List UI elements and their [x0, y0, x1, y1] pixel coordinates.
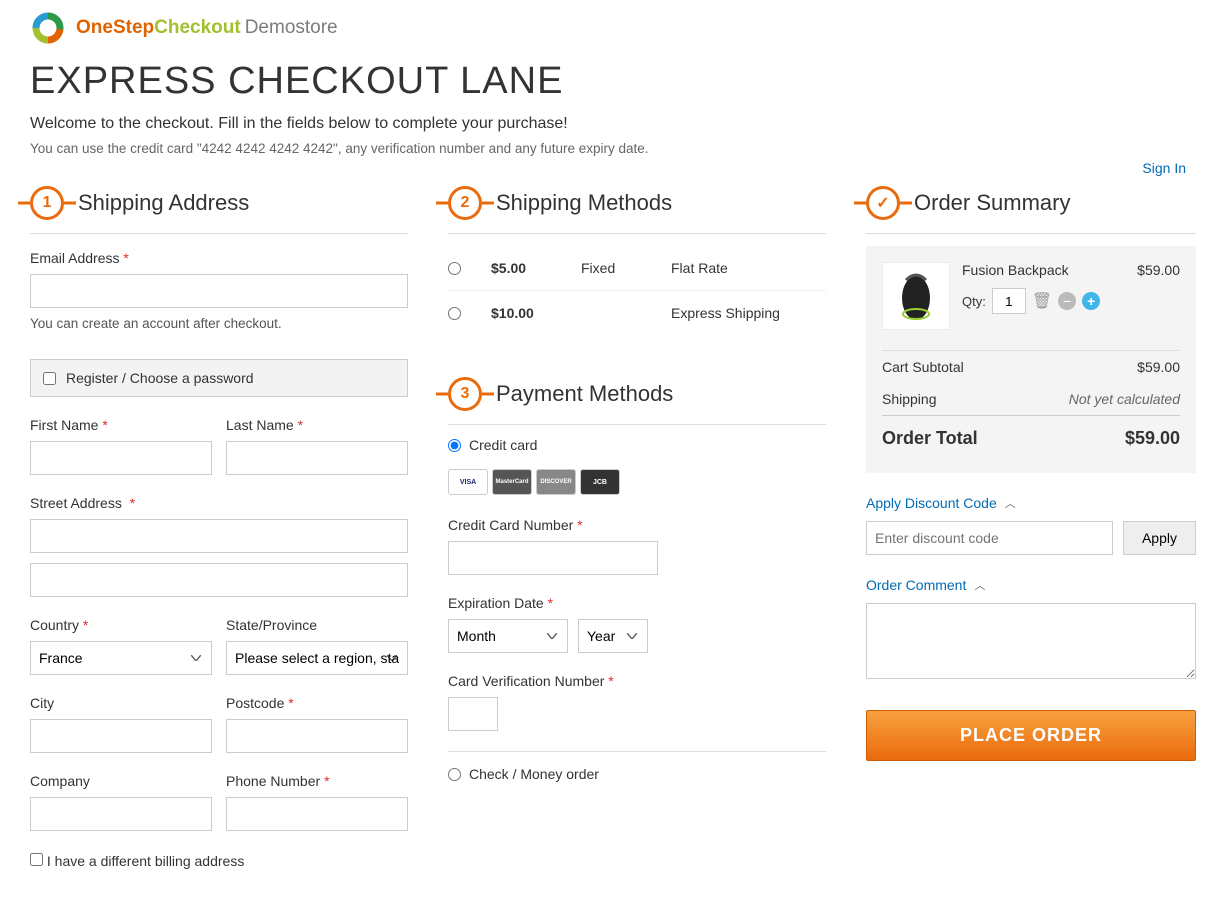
pay-radio-check[interactable] — [448, 768, 461, 781]
exp-month-select[interactable]: Month — [448, 619, 568, 653]
comment-toggle[interactable]: Order Comment ︿ — [866, 577, 1196, 593]
qty-input[interactable] — [992, 288, 1026, 314]
shipping-value: Not yet calculated — [1069, 391, 1180, 407]
card-logos: VISA MasterCard DISCOVER JCB — [448, 469, 826, 495]
email-subtext: You can create an account after checkout… — [30, 316, 408, 331]
payment-credit-card[interactable]: Credit card — [448, 437, 826, 453]
logo-text-2: Checkout — [154, 17, 241, 38]
step-shipping-methods: 2 Shipping Methods — [448, 186, 826, 220]
cvv-field[interactable] — [448, 697, 498, 731]
step-payment-methods: 3 Payment Methods — [448, 377, 826, 411]
payment-check-money[interactable]: Check / Money order — [448, 766, 826, 782]
step-number-1: 1 — [30, 186, 64, 220]
discount-toggle[interactable]: Apply Discount Code ︿ — [866, 495, 1196, 511]
cvv-label: Card Verification Number * — [448, 673, 826, 689]
subtotal-value: $59.00 — [1137, 359, 1180, 375]
welcome-text: Welcome to the checkout. Fill in the fie… — [30, 115, 1196, 133]
step-title-payment-methods: Payment Methods — [496, 381, 673, 407]
order-total-value: $59.00 — [1125, 428, 1180, 449]
order-comment-field[interactable] — [866, 603, 1196, 679]
ship-radio-express[interactable] — [448, 307, 461, 320]
country-select[interactable]: France — [30, 641, 212, 675]
company-label: Company — [30, 773, 212, 789]
minus-icon[interactable]: − — [1058, 292, 1076, 310]
street2-field[interactable] — [30, 563, 408, 597]
street-label: Street Address * — [30, 495, 408, 511]
shipping-method-express[interactable]: $10.00 Express Shipping — [448, 291, 826, 335]
ccnumber-label: Credit Card Number * — [448, 517, 826, 533]
city-label: City — [30, 695, 212, 711]
ship-radio-flat[interactable] — [448, 262, 461, 275]
logo-icon — [30, 10, 66, 46]
state-label: State/Province — [226, 617, 408, 633]
step-number-2: 2 — [448, 186, 482, 220]
phone-label: Phone Number * — [226, 773, 408, 789]
logo-text-1: OneStep — [76, 17, 154, 38]
step-title-shipping-methods: Shipping Methods — [496, 190, 672, 216]
phone-field[interactable] — [226, 797, 408, 831]
chevron-up-icon: ︿ — [974, 577, 985, 593]
state-select[interactable]: Please select a region, state or provinc… — [226, 641, 408, 675]
step-title-order-summary: Order Summary — [914, 190, 1070, 216]
lastname-field[interactable] — [226, 441, 408, 475]
email-label: Email Address * — [30, 250, 408, 266]
visa-icon: VISA — [448, 469, 488, 495]
jcb-icon: JCB — [580, 469, 620, 495]
chevron-up-icon: ︿ — [1005, 495, 1016, 511]
qty-label: Qty: — [962, 294, 986, 309]
firstname-label: First Name * — [30, 417, 212, 433]
shipping-method-flat[interactable]: $5.00 Fixed Flat Rate — [448, 246, 826, 291]
plus-icon[interactable]: + — [1082, 292, 1100, 310]
mastercard-icon: MasterCard — [492, 469, 532, 495]
postcode-field[interactable] — [226, 719, 408, 753]
company-field[interactable] — [30, 797, 212, 831]
register-toggle[interactable]: Register / Choose a password — [30, 359, 408, 397]
item-image — [882, 262, 950, 330]
item-name: Fusion Backpack — [962, 262, 1125, 278]
shipping-label: Shipping — [882, 391, 937, 407]
step-number-check: ✓ — [866, 186, 900, 220]
trash-icon[interactable]: 🗑 — [1032, 291, 1052, 311]
discount-input[interactable] — [866, 521, 1113, 555]
lastname-label: Last Name * — [226, 417, 408, 433]
step-title-shipping-address: Shipping Address — [78, 190, 249, 216]
place-order-button[interactable]: PLACE ORDER — [866, 710, 1196, 761]
exp-year-select[interactable]: Year — [578, 619, 648, 653]
discover-icon: DISCOVER — [536, 469, 576, 495]
firstname-field[interactable] — [30, 441, 212, 475]
step-number-3: 3 — [448, 377, 482, 411]
signin-link[interactable]: Sign In — [1142, 160, 1186, 176]
site-logo: OneStepCheckoutDemostore — [30, 10, 1196, 46]
email-field[interactable] — [30, 274, 408, 308]
apply-discount-button[interactable]: Apply — [1123, 521, 1196, 555]
order-total-label: Order Total — [882, 428, 978, 449]
cart-item: Fusion Backpack Qty: 🗑 − + $59.00 — [882, 262, 1180, 330]
billing-diff-checkbox[interactable] — [30, 853, 43, 866]
subtotal-label: Cart Subtotal — [882, 359, 964, 375]
page-title: EXPRESS CHECKOUT LANE — [30, 60, 1196, 103]
expdate-label: Expiration Date * — [448, 595, 826, 611]
pay-radio-creditcard[interactable] — [448, 439, 461, 452]
step-order-summary: ✓ Order Summary — [866, 186, 1196, 220]
logo-text-3: Demostore — [245, 17, 338, 38]
street1-field[interactable] — [30, 519, 408, 553]
ccnumber-field[interactable] — [448, 541, 658, 575]
item-price: $59.00 — [1137, 262, 1180, 278]
billing-diff-toggle[interactable]: I have a different billing address — [30, 853, 244, 869]
register-label: Register / Choose a password — [66, 370, 254, 386]
country-label: Country * — [30, 617, 212, 633]
city-field[interactable] — [30, 719, 212, 753]
postcode-label: Postcode * — [226, 695, 408, 711]
step-shipping-address: 1 Shipping Address — [30, 186, 408, 220]
hint-text: You can use the credit card "4242 4242 4… — [30, 141, 1196, 156]
register-checkbox[interactable] — [43, 372, 56, 385]
